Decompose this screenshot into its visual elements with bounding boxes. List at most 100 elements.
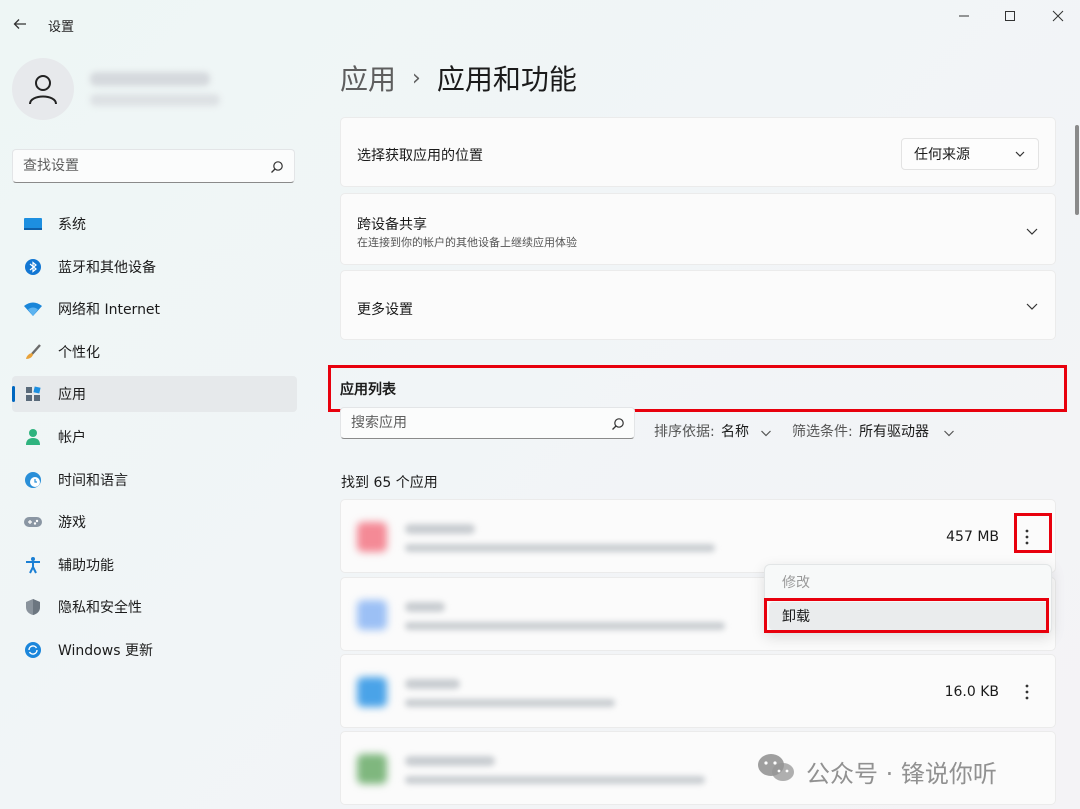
sidebar-item-label: Windows 更新	[58, 642, 153, 659]
sidebar-item-accounts[interactable]: 帐户	[12, 419, 297, 455]
watermark: 公众号 · 锋说你听	[756, 752, 997, 790]
app-details-blurred	[405, 622, 725, 630]
highlight-box-more-button	[1014, 513, 1052, 553]
sidebar-item-windows-update[interactable]: Windows 更新	[12, 632, 297, 668]
card-app-source: 选择获取应用的位置 任何来源	[340, 117, 1056, 187]
app-name-blurred	[405, 679, 460, 689]
chevron-down-icon	[1025, 223, 1039, 242]
system-icon	[22, 213, 44, 235]
filter-dropdown[interactable]: 所有驱动器	[859, 421, 929, 441]
sidebar-item-bluetooth[interactable]: 蓝牙和其他设备	[12, 249, 297, 285]
app-size: 457 MB	[946, 529, 999, 545]
breadcrumb: 应用 › 应用和功能	[340, 58, 577, 98]
source-dropdown[interactable]: 任何来源	[901, 138, 1039, 170]
minimize-icon	[959, 15, 969, 17]
settings-search-input[interactable]	[13, 150, 253, 182]
page-title: 应用和功能	[436, 63, 577, 96]
accessibility-icon	[22, 554, 44, 576]
highlight-box-uninstall	[764, 598, 1049, 633]
app-details-blurred	[405, 699, 615, 707]
sort-dropdown[interactable]: 名称	[721, 421, 749, 441]
breadcrumb-parent[interactable]: 应用	[340, 58, 396, 98]
avatar	[12, 58, 74, 120]
title-bar: 设置	[0, 0, 1080, 48]
sidebar-item-privacy[interactable]: 隐私和安全性	[12, 589, 297, 625]
app-size: 16.0 KB	[944, 684, 999, 700]
app-name-blurred	[405, 602, 445, 612]
close-button[interactable]	[1038, 6, 1078, 26]
sidebar-item-apps[interactable]: 应用	[12, 376, 297, 413]
app-details-blurred	[405, 776, 705, 784]
more-options-button[interactable]	[1009, 673, 1045, 711]
search-icon[interactable]	[611, 416, 625, 435]
sidebar-item-label: 系统	[58, 217, 86, 233]
watermark-text: 公众号 · 锋说你听	[806, 759, 997, 788]
app-row[interactable]: 457 MB	[340, 499, 1056, 573]
app-name-blurred	[405, 756, 495, 766]
breadcrumb-separator: ›	[412, 65, 421, 91]
sort-label: 排序依据:	[654, 424, 715, 440]
search-icon[interactable]	[270, 159, 284, 178]
minimize-button[interactable]	[944, 6, 984, 26]
card-title: 跨设备共享	[357, 217, 427, 233]
card-more-settings[interactable]: 更多设置	[340, 270, 1056, 340]
sidebar-item-personalization[interactable]: 个性化	[12, 334, 297, 370]
back-arrow-icon	[13, 19, 26, 29]
person-icon	[29, 75, 57, 105]
close-icon	[1052, 10, 1064, 22]
app-icon-blurred	[357, 677, 387, 707]
app-title: 设置	[48, 20, 75, 35]
app-search-input[interactable]	[341, 408, 601, 438]
shield-icon	[22, 596, 44, 618]
settings-search	[12, 149, 295, 183]
filter-label: 筛选条件:	[792, 424, 853, 440]
sidebar-item-gaming[interactable]: 游戏	[12, 504, 297, 540]
wechat-icon	[756, 752, 796, 790]
sidebar-item-system[interactable]: 系统	[12, 206, 297, 242]
more-vertical-icon	[1025, 684, 1029, 700]
sidebar-item-time-language[interactable]: 时间和语言	[12, 462, 297, 498]
card-cross-device-share[interactable]: 跨设备共享 在连接到你的帐户的其他设备上继续应用体验	[340, 193, 1056, 265]
app-icon-blurred	[357, 522, 387, 552]
app-details-blurred	[405, 544, 715, 552]
update-icon	[22, 639, 44, 661]
sidebar-item-label: 网络和 Internet	[58, 302, 161, 319]
highlight-box-app-list	[328, 365, 1067, 412]
app-search	[340, 407, 635, 439]
maximize-icon	[1005, 11, 1015, 21]
card-title: 选择获取应用的位置	[357, 148, 483, 164]
menu-item-modify: 修改	[782, 575, 810, 591]
chevron-down-icon[interactable]	[760, 424, 772, 443]
gamepad-icon	[22, 511, 44, 533]
globe-clock-icon	[22, 469, 44, 491]
chevron-down-icon[interactable]	[943, 424, 955, 443]
apps-icon	[22, 383, 44, 405]
sidebar-item-label: 个性化	[58, 344, 100, 361]
sidebar-item-label: 帐户	[58, 429, 86, 446]
sidebar-item-label: 辅助功能	[58, 557, 114, 574]
scrollbar[interactable]	[1075, 125, 1079, 215]
app-row[interactable]: 16.0 KB	[340, 654, 1056, 728]
chevron-down-icon	[1025, 298, 1039, 317]
maximize-button[interactable]	[990, 6, 1030, 26]
apps-found-count: 找到 65 个应用	[341, 475, 438, 491]
sidebar-item-network[interactable]: 网络和 Internet	[12, 291, 297, 327]
sidebar-item-label: 蓝牙和其他设备	[58, 259, 156, 276]
sidebar-item-accessibility[interactable]: 辅助功能	[12, 547, 297, 583]
card-subtitle: 在连接到你的帐户的其他设备上继续应用体验	[357, 236, 577, 249]
sidebar-item-label: 时间和语言	[58, 472, 128, 489]
person-icon	[22, 426, 44, 448]
chevron-down-icon	[1014, 148, 1026, 164]
app-name-blurred	[405, 524, 475, 534]
wifi-icon	[22, 298, 44, 320]
dropdown-value: 任何来源	[914, 147, 970, 163]
sidebar-item-label: 应用	[58, 387, 86, 404]
bluetooth-icon	[22, 256, 44, 278]
card-title: 更多设置	[357, 302, 413, 318]
sidebar-nav: 系统 蓝牙和其他设备 网络和 Internet 个性化 应用 帐户 时间和语言 …	[12, 206, 297, 675]
sidebar-item-label: 隐私和安全性	[58, 600, 142, 617]
app-icon-blurred	[357, 600, 387, 630]
app-icon-blurred	[357, 754, 387, 784]
back-button[interactable]	[10, 14, 30, 34]
sidebar-item-label: 游戏	[58, 515, 86, 532]
